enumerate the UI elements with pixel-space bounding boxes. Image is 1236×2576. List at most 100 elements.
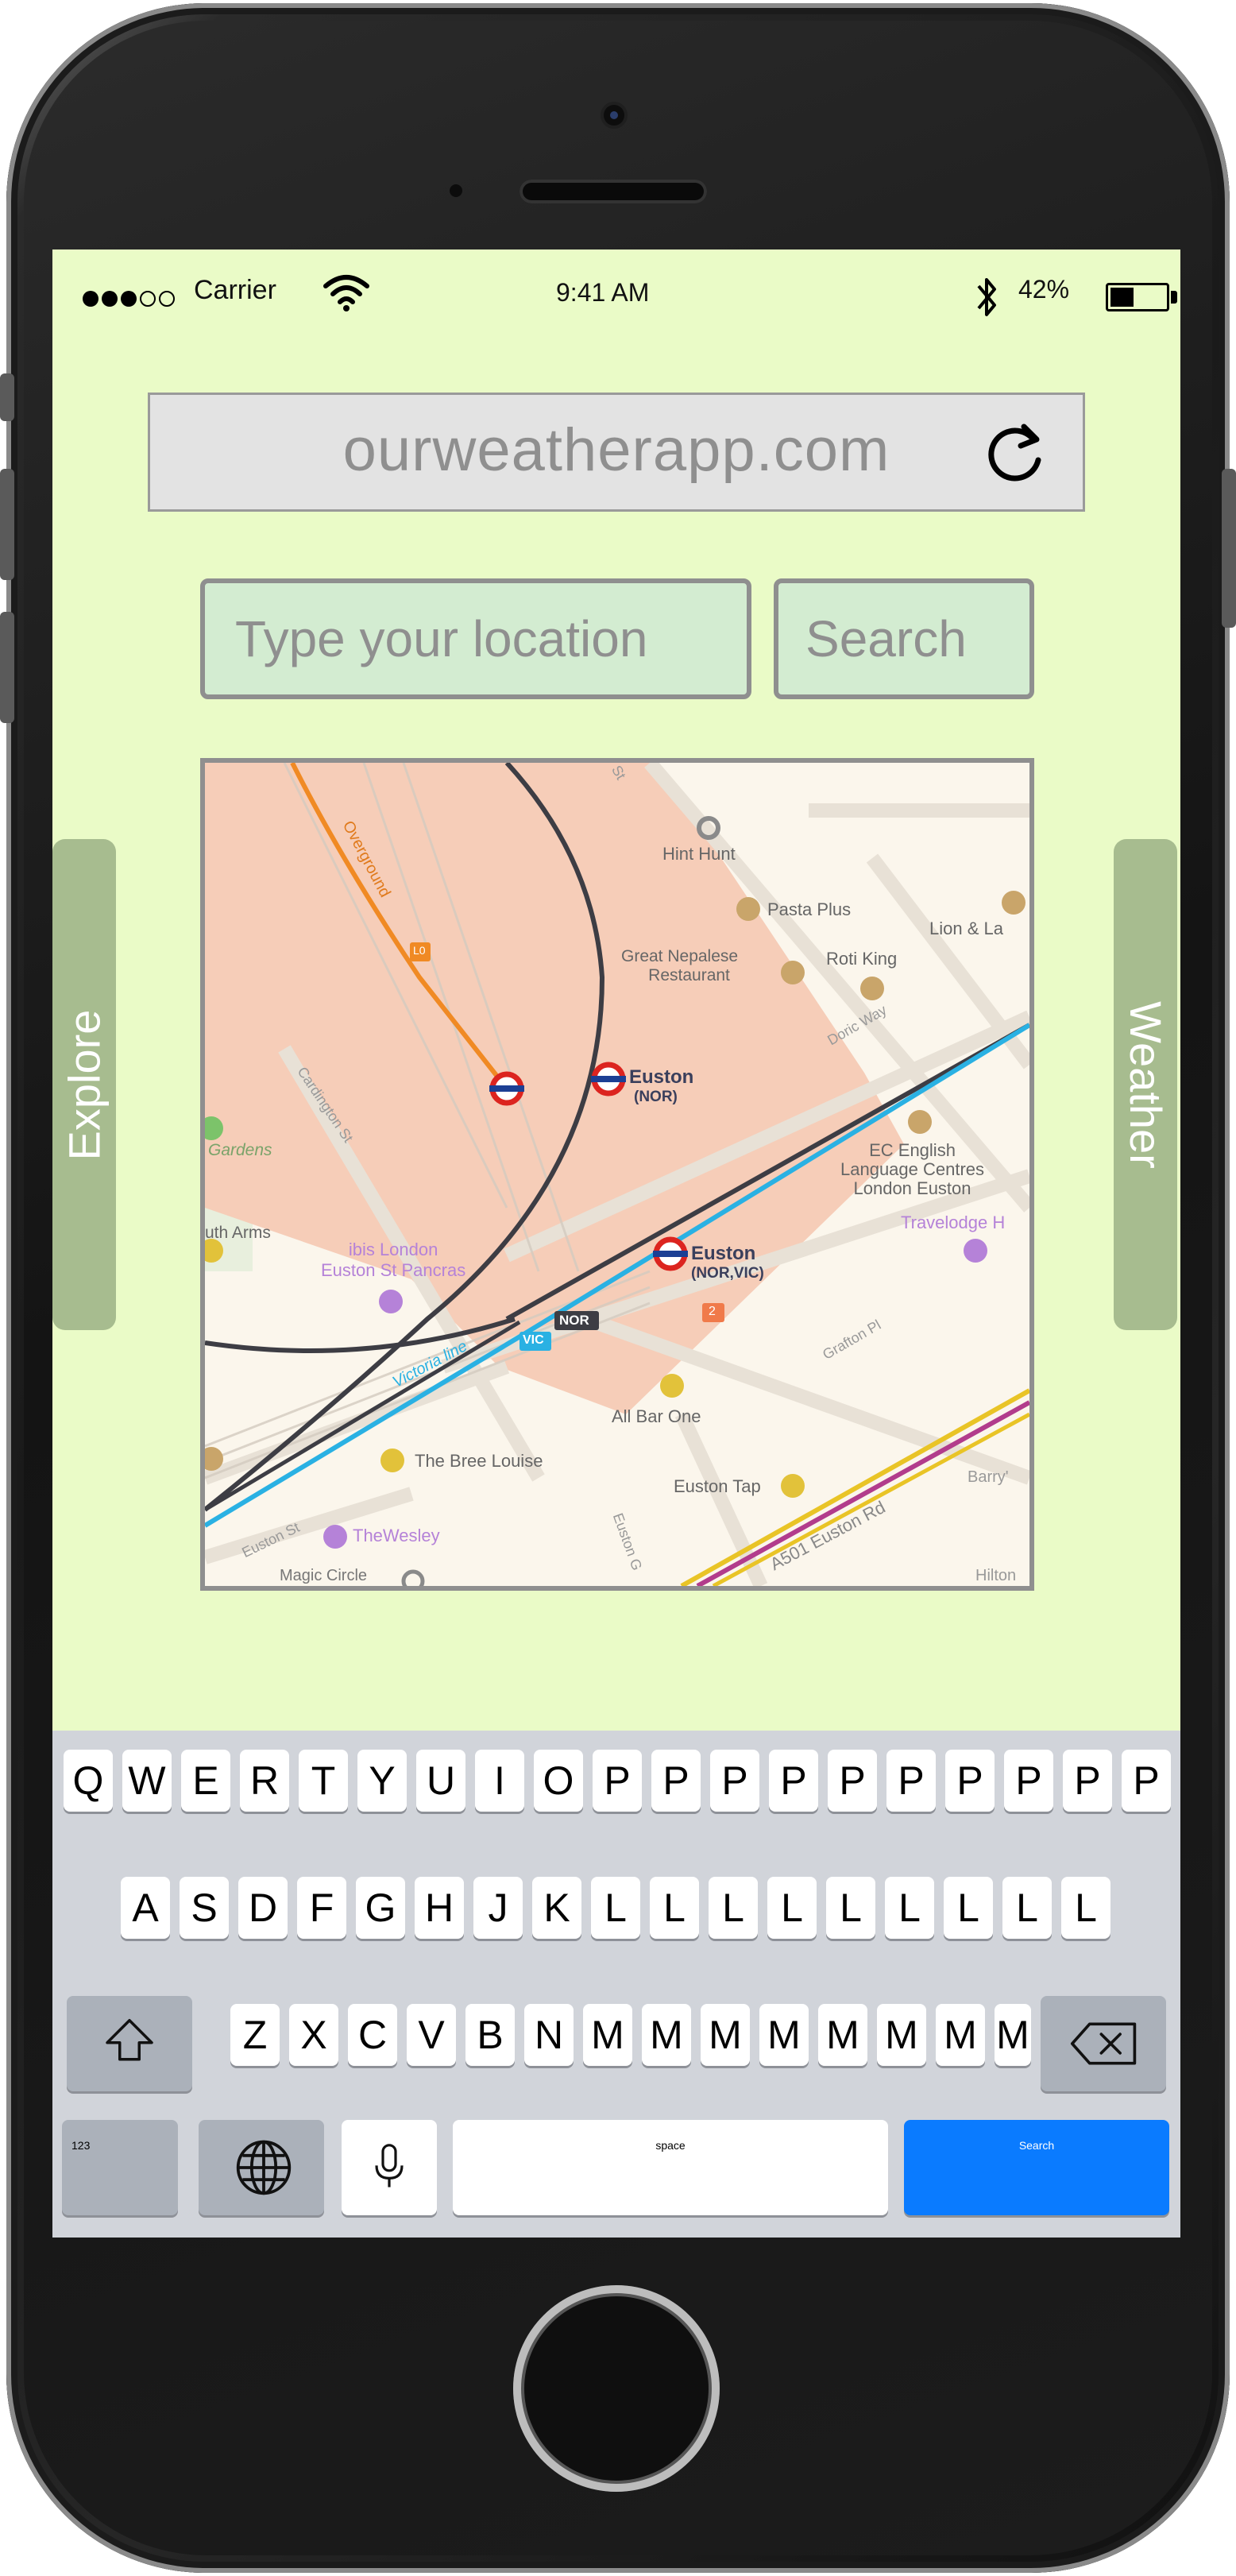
key-j[interactable]: J [473, 1877, 523, 1939]
shift-icon [106, 2019, 153, 2061]
key-p[interactable]: P [1122, 1750, 1171, 1812]
key-l[interactable]: L [944, 1877, 993, 1939]
key-l[interactable]: L [1002, 1877, 1052, 1939]
key-m[interactable]: M [701, 2004, 750, 2066]
key-x[interactable]: X [289, 2004, 338, 2066]
key-g[interactable]: G [356, 1877, 405, 1939]
map-label-euston-nor-sub: (NOR) [634, 1089, 678, 1105]
explore-tab[interactable]: Explore [52, 839, 116, 1330]
map-label-hint-hunt: Hint Hunt [662, 844, 736, 864]
key-m[interactable]: M [936, 2004, 985, 2066]
key-p[interactable]: P [886, 1750, 936, 1812]
map-label-l0: L0 [413, 944, 426, 957]
onscreen-keyboard: 123 space Search Q W E R T Y U I O P P P… [52, 1731, 1180, 2238]
key-p[interactable]: P [651, 1750, 701, 1812]
space-key[interactable]: space [453, 2120, 888, 2215]
key-l[interactable]: L [1061, 1877, 1110, 1939]
key-w[interactable]: W [122, 1750, 172, 1812]
key-p[interactable]: P [1063, 1750, 1112, 1812]
battery-icon [1106, 283, 1169, 311]
reload-icon[interactable] [976, 416, 1053, 492]
location-input[interactable] [200, 578, 751, 699]
key-e[interactable]: E [181, 1750, 230, 1812]
key-m[interactable]: M [642, 2004, 691, 2066]
key-m[interactable]: M [995, 2004, 1031, 2066]
backspace-icon [1070, 2022, 1137, 2065]
carrier-name: Carrier [194, 275, 276, 305]
key-p[interactable]: P [710, 1750, 759, 1812]
key-a[interactable]: A [121, 1877, 170, 1939]
keyboard-search-key[interactable]: Search [904, 2120, 1169, 2215]
key-s[interactable]: S [180, 1877, 229, 1939]
earpiece-speaker [520, 180, 707, 203]
key-p[interactable]: P [769, 1750, 818, 1812]
front-camera [604, 105, 624, 126]
key-m[interactable]: M [877, 2004, 926, 2066]
key-m[interactable]: M [818, 2004, 867, 2066]
key-f[interactable]: F [297, 1877, 346, 1939]
globe-key[interactable] [199, 2120, 324, 2215]
key-l[interactable]: L [885, 1877, 934, 1939]
key-p[interactable]: P [593, 1750, 642, 1812]
proximity-sensor [450, 184, 462, 197]
map-label-euston-nor: Euston [629, 1066, 694, 1088]
key-o[interactable]: O [534, 1750, 583, 1812]
key-v[interactable]: V [407, 2004, 456, 2066]
key-z[interactable]: Z [230, 2004, 280, 2066]
key-p[interactable]: P [1004, 1750, 1053, 1812]
map-label-gardens: Gardens [208, 1141, 272, 1159]
volume-up-button [0, 469, 14, 580]
globe-icon [236, 2140, 292, 2195]
map-label-arms: uth Arms [205, 1224, 271, 1242]
key-p[interactable]: P [828, 1750, 877, 1812]
map-label-euston-vic: Euston [691, 1243, 756, 1264]
key-l[interactable]: L [826, 1877, 875, 1939]
map-label-the-wesley: TheWesley [353, 1526, 440, 1545]
weather-tab[interactable]: Weather [1114, 839, 1177, 1330]
key-h[interactable]: H [415, 1877, 464, 1939]
home-button[interactable] [513, 2285, 720, 2492]
search-button[interactable]: Search [774, 578, 1034, 699]
shift-key[interactable] [67, 1996, 192, 2091]
map-label-roti-king: Roti King [826, 949, 898, 969]
key-t[interactable]: T [299, 1750, 348, 1812]
microphone-key[interactable] [342, 2120, 437, 2215]
key-r[interactable]: R [240, 1750, 289, 1812]
key-y[interactable]: Y [357, 1750, 407, 1812]
backspace-key[interactable] [1041, 1996, 1166, 2091]
address-bar[interactable]: ourweatherapp.com [148, 393, 1085, 512]
key-l[interactable]: L [767, 1877, 817, 1939]
map-label-all-bar-one: All Bar One [612, 1406, 701, 1426]
key-q[interactable]: Q [64, 1750, 113, 1812]
key-d[interactable]: D [238, 1877, 288, 1939]
battery-tip [1171, 291, 1177, 304]
map-label-ibis: ibis London Euston St Pancras [321, 1240, 466, 1280]
map-label-magic-circle: Magic Circle [280, 1567, 368, 1584]
key-l[interactable]: L [650, 1877, 699, 1939]
key-m[interactable]: M [583, 2004, 632, 2066]
map-label-hilton: Hilton [975, 1567, 1017, 1584]
map-label-bree-louise: The Bree Louise [415, 1451, 543, 1471]
numbers-key[interactable]: 123 [62, 2120, 178, 2215]
key-c[interactable]: C [348, 2004, 397, 2066]
mute-switch [0, 373, 14, 421]
key-p[interactable]: P [945, 1750, 995, 1812]
key-m[interactable]: M [759, 2004, 809, 2066]
explore-tab-label: Explore [59, 1009, 110, 1160]
battery-level [1110, 288, 1134, 307]
key-k[interactable]: K [532, 1877, 581, 1939]
map-label-pasta-plus: Pasta Plus [767, 899, 852, 919]
map-label-travelodge: Travelodge H [901, 1213, 1006, 1232]
map-label-euston-tap: Euston Tap [674, 1476, 761, 1496]
map-label-euston-vic-sub: (NOR,VIC) [691, 1265, 764, 1282]
key-u[interactable]: U [416, 1750, 465, 1812]
map-label-great-nepalese: Great Nepalese Restaurant [621, 947, 739, 984]
key-b[interactable]: B [465, 2004, 515, 2066]
key-n[interactable]: N [524, 2004, 574, 2066]
map-view[interactable]: Hint Hunt Pasta Plus Lion & La Great Nep… [200, 758, 1034, 1591]
key-l[interactable]: L [591, 1877, 640, 1939]
key-l[interactable]: L [709, 1877, 758, 1939]
key-i[interactable]: I [475, 1750, 524, 1812]
map-label-lion: Lion & La [929, 919, 1003, 938]
map-label-barry: Barry' [968, 1468, 1009, 1486]
